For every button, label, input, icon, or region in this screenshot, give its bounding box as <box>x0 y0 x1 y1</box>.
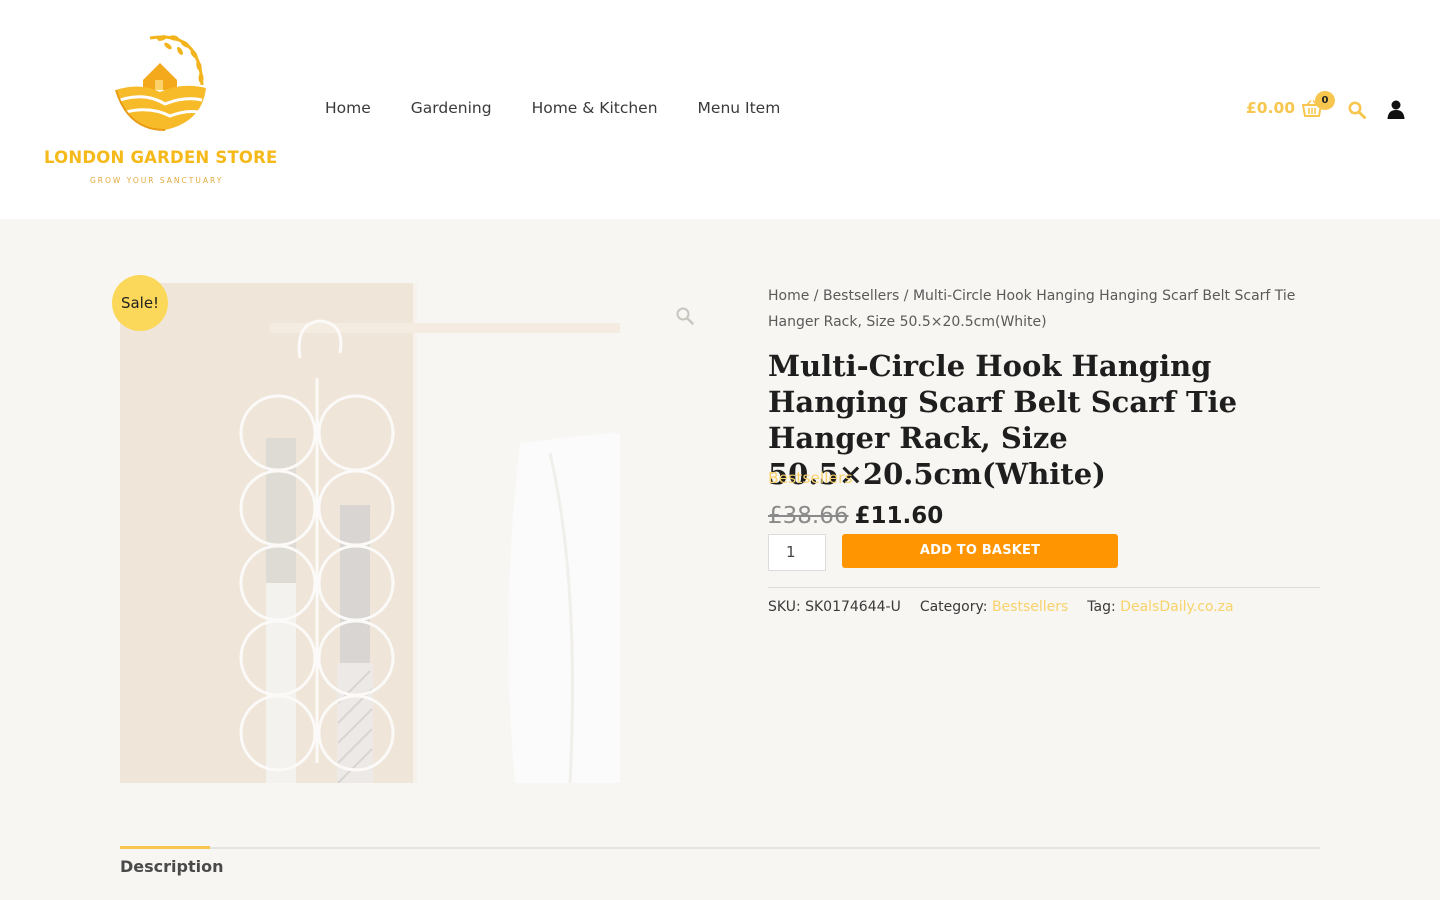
breadcrumb-separator: / <box>899 288 913 304</box>
sale-badge: Sale! <box>112 275 168 331</box>
tab-active-indicator <box>120 846 210 849</box>
logo-emblem-icon <box>115 35 206 131</box>
sku-value: SK0174644-U <box>805 599 901 615</box>
meta-category-link[interactable]: Bestsellers <box>992 599 1068 615</box>
product-image[interactable] <box>120 283 620 783</box>
tabs-divider <box>120 847 1320 849</box>
add-to-basket-button[interactable]: ADD TO BASKET <box>842 534 1118 568</box>
original-price: £38.66 <box>768 503 849 529</box>
category-wrapper: Category: Bestsellers <box>920 599 1068 615</box>
breadcrumb-category[interactable]: Bestsellers <box>823 288 899 304</box>
site-logo[interactable]: LONDON GARDEN STORE GROW YOUR SANCTUARY <box>40 30 285 190</box>
nav-item-gardening[interactable]: Gardening <box>411 99 492 117</box>
logo-title: LONDON GARDEN STORE <box>44 148 278 167</box>
quantity-input[interactable]: 1 <box>768 534 826 571</box>
sku-wrapper: SKU: SK0174644-U <box>768 599 901 615</box>
meta-tag-link[interactable]: DealsDaily.co.za <box>1120 599 1233 615</box>
product-category-link[interactable]: Bestsellers <box>768 469 853 487</box>
breadcrumb: Home / Bestsellers / Multi-Circle Hook H… <box>768 283 1308 335</box>
divider <box>768 587 1320 588</box>
sale-price: £11.60 <box>854 503 944 529</box>
tag-label: Tag: <box>1087 599 1116 615</box>
tag-wrapper: Tag: DealsDaily.co.za <box>1087 599 1233 615</box>
cart-total[interactable]: £0.00 <box>1246 99 1295 117</box>
sku-label: SKU: <box>768 599 801 615</box>
main-navigation: Home Gardening Home & Kitchen Menu Item <box>325 99 780 117</box>
category-label: Category: <box>919 599 988 615</box>
product-meta: SKU: SK0174644-U Category: Bestsellers T… <box>768 599 1234 615</box>
logo-tagline: GROW YOUR SANCTUARY <box>90 176 224 185</box>
nav-item-home[interactable]: Home <box>325 99 371 117</box>
nav-item-menu-item[interactable]: Menu Item <box>698 99 781 117</box>
tab-description[interactable]: Description <box>120 857 223 876</box>
nav-item-home-kitchen[interactable]: Home & Kitchen <box>532 99 658 117</box>
user-icon[interactable] <box>1387 100 1405 119</box>
cart-count-badge: 0 <box>1315 91 1335 110</box>
product-photo <box>120 283 620 783</box>
site-header: LONDON GARDEN STORE GROW YOUR SANCTUARY … <box>0 0 1440 219</box>
breadcrumb-home[interactable]: Home <box>768 288 809 304</box>
product-price: £38.66 £11.60 <box>768 503 943 529</box>
search-icon[interactable] <box>1348 101 1366 119</box>
breadcrumb-separator: / <box>809 288 823 304</box>
zoom-icon[interactable] <box>676 307 694 325</box>
